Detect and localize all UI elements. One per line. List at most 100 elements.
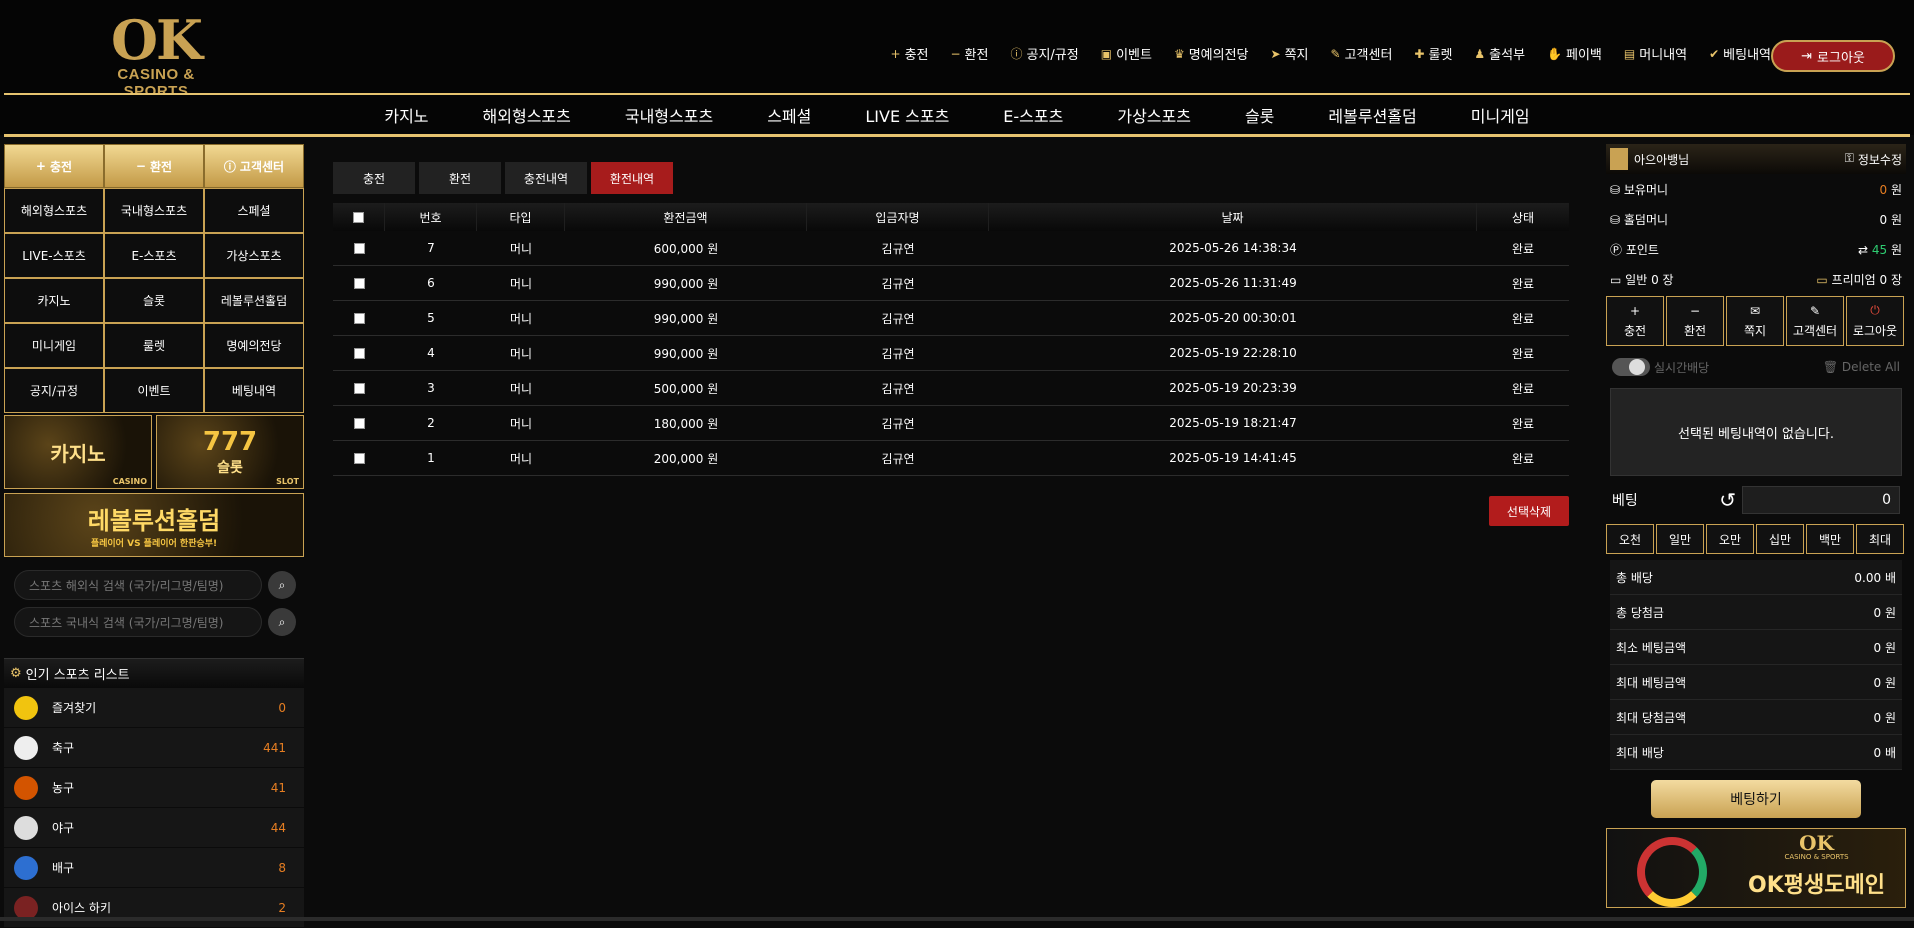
left-menu-item-7[interactable]: 슬롯	[104, 278, 204, 323]
sport-row[interactable]: 즐겨찾기 0	[4, 688, 304, 728]
select-all-checkbox[interactable]	[353, 211, 364, 223]
overseas-search-input[interactable]: 스포츠 해외식 검색 (국가/리그명/팀명)	[14, 570, 262, 600]
mainnav-item-1[interactable]: 해외형스포츠	[456, 103, 598, 127]
reset-icon[interactable]: ↺	[1719, 488, 1736, 512]
cell-no: 2	[427, 416, 435, 430]
left-menu-item-5[interactable]: 가상스포츠	[204, 233, 304, 278]
topnav-item-6[interactable]: ✎ 고객센터	[1320, 44, 1404, 64]
coins-icon: ⛁	[1610, 212, 1621, 227]
casino-banner[interactable]: 카지노 CASINO	[4, 415, 152, 489]
topnav-item-11[interactable]: ✔ 베팅내역	[1698, 44, 1782, 64]
plus-icon: +	[1629, 303, 1641, 318]
search-icon[interactable]: ⌕	[268, 608, 296, 636]
realtime-odds-toggle[interactable]	[1612, 358, 1650, 376]
left-menu-item-1[interactable]: 국내형스포츠	[104, 188, 204, 233]
left-menu-item-14[interactable]: 베팅내역	[204, 368, 304, 413]
left-menu-item-2[interactable]: 스페셜	[204, 188, 304, 233]
mainnav-item-8[interactable]: 레볼루션홀덤	[1301, 103, 1443, 127]
amount-preset-button[interactable]: 최대	[1856, 524, 1904, 554]
logo[interactable]: OK CASINO & SPORTS	[86, 13, 226, 100]
left-menu-item-11[interactable]: 명예의전당	[204, 323, 304, 368]
tab-1[interactable]: 환전	[419, 162, 501, 194]
holdem-banner[interactable]: 레볼루션홀덤 플레이어 VS 플레이어 한판승부!	[4, 493, 304, 557]
left-top-button-2[interactable]: ⓘ 고객센터	[204, 144, 304, 188]
logout-button[interactable]: ⇥ 로그아웃	[1771, 40, 1895, 72]
sport-count: 0	[278, 700, 286, 715]
left-menu-item-8[interactable]: 레볼루션홀덤	[204, 278, 304, 323]
sport-row[interactable]: 야구 44	[4, 808, 304, 848]
left-menu-item-9[interactable]: 미니게임	[4, 323, 104, 368]
amount-preset-button[interactable]: 오만	[1706, 524, 1754, 554]
left-menu-item-12[interactable]: 공지/규정	[4, 368, 104, 413]
row-checkbox[interactable]	[353, 452, 365, 464]
mainnav-item-9[interactable]: 미니게임	[1444, 103, 1557, 127]
topnav-label: 쪽지	[1284, 48, 1309, 63]
left-top-button-0[interactable]: + 충전	[4, 144, 104, 188]
mainnav-item-6[interactable]: 가상스포츠	[1090, 103, 1218, 127]
domain-banner[interactable]: OK CASINO & SPORTS OK평생도메인	[1606, 828, 1906, 908]
domestic-search-input[interactable]: 스포츠 국내식 검색 (국가/리그명/팀명)	[14, 607, 262, 637]
sport-row[interactable]: 아이스 하키 2	[4, 888, 304, 928]
row-checkbox[interactable]	[353, 382, 365, 394]
topnav-label: 베팅내역	[1723, 48, 1771, 63]
topnav-item-1[interactable]: − 환전	[939, 44, 999, 64]
bet-amount-input[interactable]: 0	[1742, 486, 1900, 514]
delete-all-button[interactable]: 🗑 Delete All	[1823, 360, 1900, 374]
left-menu-item-13[interactable]: 이벤트	[104, 368, 204, 413]
horizontal-scrollbar[interactable]	[0, 917, 1914, 921]
topnav-item-10[interactable]: ▤ 머니내역	[1613, 44, 1698, 64]
quick-button-3[interactable]: ✎ 고객센터	[1786, 296, 1844, 346]
mainnav-item-3[interactable]: 스페셜	[740, 103, 838, 127]
tab-0[interactable]: 충전	[333, 162, 415, 194]
mainnav-item-5[interactable]: E-스포츠	[976, 103, 1090, 127]
left-menu-item-4[interactable]: E-스포츠	[104, 233, 204, 278]
row-checkbox[interactable]	[353, 312, 365, 324]
row-checkbox[interactable]	[353, 242, 365, 254]
tab-3[interactable]: 환전내역	[591, 162, 673, 194]
amount-preset-button[interactable]: 십만	[1756, 524, 1804, 554]
summary-label: 최대 베팅금액	[1616, 675, 1687, 690]
topnav-item-0[interactable]: + 충전	[880, 44, 940, 64]
cell-select	[333, 336, 385, 370]
topnav-item-7[interactable]: ✚ 룰렛	[1403, 44, 1463, 64]
sport-row[interactable]: 배구 8	[4, 848, 304, 888]
mainnav-item-7[interactable]: 슬롯	[1218, 103, 1301, 127]
quick-button-1[interactable]: − 환전	[1666, 296, 1724, 346]
row-checkbox[interactable]	[353, 277, 365, 289]
topnav-item-3[interactable]: ▣ 이벤트	[1090, 44, 1163, 64]
row-checkbox[interactable]	[353, 417, 365, 429]
quick-button-2[interactable]: ✉ 쪽지	[1726, 296, 1784, 346]
cell-date: 2025-05-26 14:38:34	[1169, 241, 1297, 255]
edit-info-link[interactable]: ⚿ 정보수정	[1845, 151, 1902, 168]
search-icon[interactable]: ⌕	[268, 571, 296, 599]
amount-preset-button[interactable]: 오천	[1606, 524, 1654, 554]
exchange-icon[interactable]: ⇄	[1858, 243, 1868, 257]
row-checkbox[interactable]	[353, 347, 365, 359]
quick-button-4[interactable]: ⏻ 로그아웃	[1846, 296, 1904, 346]
money-row: ⛁ 보유머니 0 원	[1606, 174, 1906, 204]
sport-row[interactable]: 축구 441	[4, 728, 304, 768]
amount-preset-button[interactable]: 일만	[1656, 524, 1704, 554]
left-top-label: 충전	[49, 159, 73, 174]
topnav-item-2[interactable]: ⓘ 공지/규정	[999, 44, 1089, 63]
volleyball-icon	[14, 855, 38, 880]
left-menu-item-6[interactable]: 카지노	[4, 278, 104, 323]
left-menu-item-0[interactable]: 해외형스포츠	[4, 188, 104, 233]
sport-row[interactable]: 농구 41	[4, 768, 304, 808]
amount-preset-button[interactable]: 백만	[1806, 524, 1854, 554]
left-top-button-1[interactable]: − 환전	[104, 144, 204, 188]
left-menu-item-3[interactable]: LIVE-스포츠	[4, 233, 104, 278]
topnav-item-5[interactable]: ➤ 쪽지	[1260, 44, 1320, 64]
topnav-item-8[interactable]: ♟ 출석부	[1463, 44, 1536, 64]
mainnav-item-4[interactable]: LIVE 스포츠	[838, 103, 976, 127]
quick-button-0[interactable]: + 충전	[1606, 296, 1664, 346]
place-bet-button[interactable]: 베팅하기	[1651, 780, 1861, 818]
left-menu-item-10[interactable]: 룰렛	[104, 323, 204, 368]
tab-2[interactable]: 충전내역	[505, 162, 587, 194]
topnav-item-4[interactable]: ♛ 명예의전당	[1163, 44, 1260, 64]
slot-banner[interactable]: 777 슬롯 SLOT	[156, 415, 304, 489]
topnav-item-9[interactable]: ✋ 페이백	[1536, 44, 1613, 64]
mainnav-item-0[interactable]: 카지노	[357, 103, 455, 127]
mainnav-item-2[interactable]: 국내형스포츠	[598, 103, 740, 127]
delete-selected-button[interactable]: 선택삭제	[1489, 496, 1569, 526]
